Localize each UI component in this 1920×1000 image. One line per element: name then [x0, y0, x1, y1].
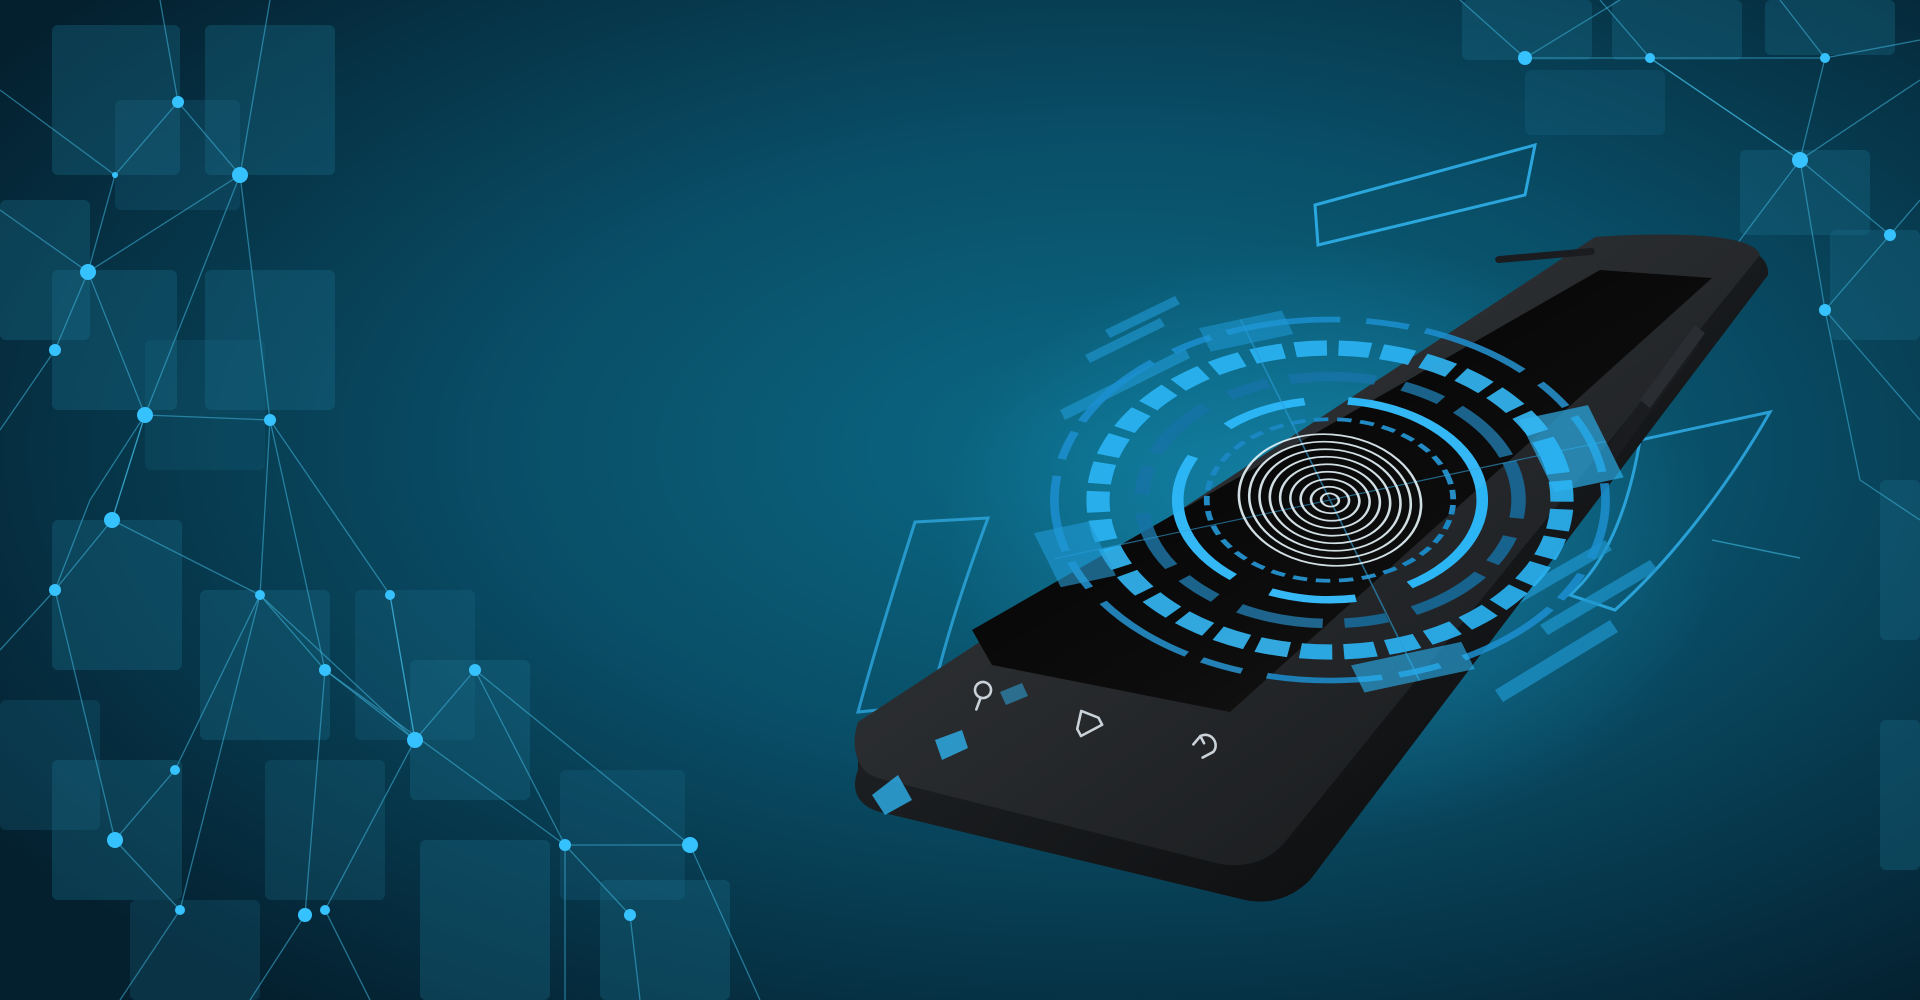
fingerprint-phone-illustration: [0, 0, 1920, 1000]
hero-illustration: [0, 0, 1920, 1000]
